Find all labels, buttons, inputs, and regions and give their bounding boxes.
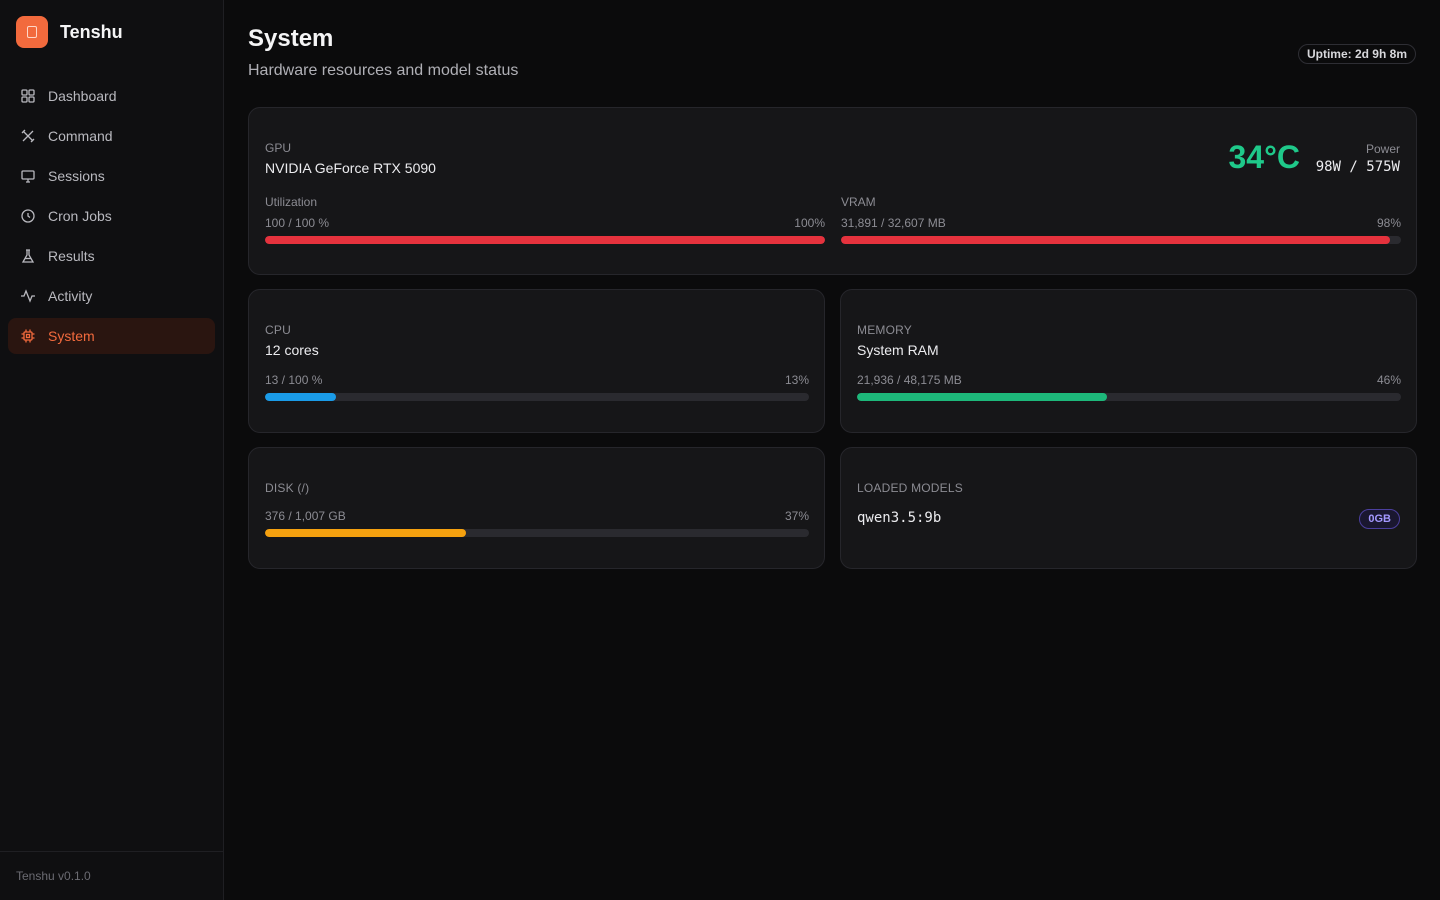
uptime-badge: Uptime: 2d 9h 8m xyxy=(1297,44,1416,64)
memory-label: MEMORY xyxy=(857,323,912,337)
sidebar-item-sessions[interactable]: Sessions xyxy=(8,158,215,194)
memory-bar xyxy=(857,393,1401,401)
cpu-card: CPU 12 cores 13 / 100 % 13% xyxy=(248,289,825,433)
gpu-name: NVIDIA GeForce RTX 5090 xyxy=(265,160,436,176)
sidebar-item-command[interactable]: Command xyxy=(8,118,215,154)
utilization-bar xyxy=(265,236,825,244)
sidebar-item-label: Command xyxy=(48,128,113,144)
disk-bar-fill xyxy=(265,529,467,537)
activity-icon xyxy=(20,288,36,304)
sidebar-item-system[interactable]: System xyxy=(8,318,215,354)
command-icon xyxy=(20,128,36,144)
memory-bar-fill xyxy=(857,393,1108,401)
model-size-badge: 0GB xyxy=(1359,509,1400,529)
logo-icon xyxy=(16,16,48,48)
disk-card: DISK (/) 376 / 1,007 GB 37% xyxy=(248,447,825,569)
cpu-detail: 13 / 100 % xyxy=(265,373,323,387)
vram-label: VRAM xyxy=(841,195,876,209)
memory-detail: 21,936 / 48,175 MB xyxy=(857,373,962,387)
sidebar-item-label: Dashboard xyxy=(48,88,117,104)
sidebar-item-label: Cron Jobs xyxy=(48,208,112,224)
disk-bar xyxy=(265,529,809,537)
sidebar-item-activity[interactable]: Activity xyxy=(8,278,215,314)
cpu-bar xyxy=(265,393,809,401)
sidebar-item-results[interactable]: Results xyxy=(8,238,215,274)
sidebar-item-label: System xyxy=(48,328,95,344)
utilization-percent: 100% xyxy=(794,216,825,230)
vram-bar xyxy=(841,236,1401,244)
cpu-percent: 13% xyxy=(784,373,809,387)
power-label: Power xyxy=(1365,142,1400,156)
vram-bar-fill xyxy=(841,236,1390,244)
gpu-vram: VRAM 31,891 / 32,607 MB 98% xyxy=(841,195,1401,244)
sidebar-nav: Dashboard Command Sessions Cron Jobs Res… xyxy=(8,78,215,358)
chip-icon xyxy=(20,328,36,344)
utilization-label: Utilization xyxy=(265,195,318,209)
model-name: qwen3.5:9b xyxy=(857,510,942,526)
dashboard-icon xyxy=(20,88,36,104)
sidebar-item-label: Sessions xyxy=(48,168,105,184)
sidebar-item-label: Activity xyxy=(48,288,93,304)
version-label: Tenshu v0.1.0 xyxy=(0,851,223,900)
gpu-temperature: 34°C xyxy=(1228,139,1301,175)
cpu-name: 12 cores xyxy=(265,342,319,358)
disk-detail: 376 / 1,007 GB xyxy=(265,509,346,523)
gpu-card: GPU NVIDIA GeForce RTX 5090 34°C Power 9… xyxy=(248,107,1417,275)
vram-percent: 98% xyxy=(1376,216,1401,230)
clock-icon xyxy=(20,208,36,224)
brand[interactable]: Tenshu xyxy=(16,16,123,48)
brand-name: Tenshu xyxy=(60,21,123,42)
memory-card: MEMORY System RAM 21,936 / 48,175 MB 46% xyxy=(840,289,1417,433)
cpu-bar-fill xyxy=(265,393,336,401)
loaded-models-card: LOADED MODELS qwen3.5:9b 0GB xyxy=(840,447,1417,569)
sidebar: Tenshu Dashboard Command Sessions Cron J… xyxy=(0,0,224,900)
power-value: 98W / 575W xyxy=(1315,159,1400,175)
memory-name: System RAM xyxy=(857,342,939,358)
flask-icon xyxy=(20,248,36,264)
sidebar-item-dashboard[interactable]: Dashboard xyxy=(8,78,215,114)
disk-label: DISK (/) xyxy=(265,481,310,495)
gpu-label: GPU xyxy=(265,141,292,155)
utilization-bar-fill xyxy=(265,236,825,244)
loaded-models-label: LOADED MODELS xyxy=(857,481,963,495)
gpu-utilization: Utilization 100 / 100 % 100% xyxy=(265,195,825,244)
disk-percent: 37% xyxy=(784,509,809,523)
page-subtitle: Hardware resources and model status xyxy=(248,62,519,79)
monitor-icon xyxy=(20,168,36,184)
main-content: System Hardware resources and model stat… xyxy=(224,0,1440,900)
memory-percent: 46% xyxy=(1376,373,1401,387)
cpu-label: CPU xyxy=(265,323,291,337)
sidebar-item-cron-jobs[interactable]: Cron Jobs xyxy=(8,198,215,234)
sidebar-item-label: Results xyxy=(48,248,95,264)
page-title: System xyxy=(248,25,334,52)
utilization-detail: 100 / 100 % xyxy=(265,216,330,230)
vram-detail: 31,891 / 32,607 MB xyxy=(841,216,946,230)
